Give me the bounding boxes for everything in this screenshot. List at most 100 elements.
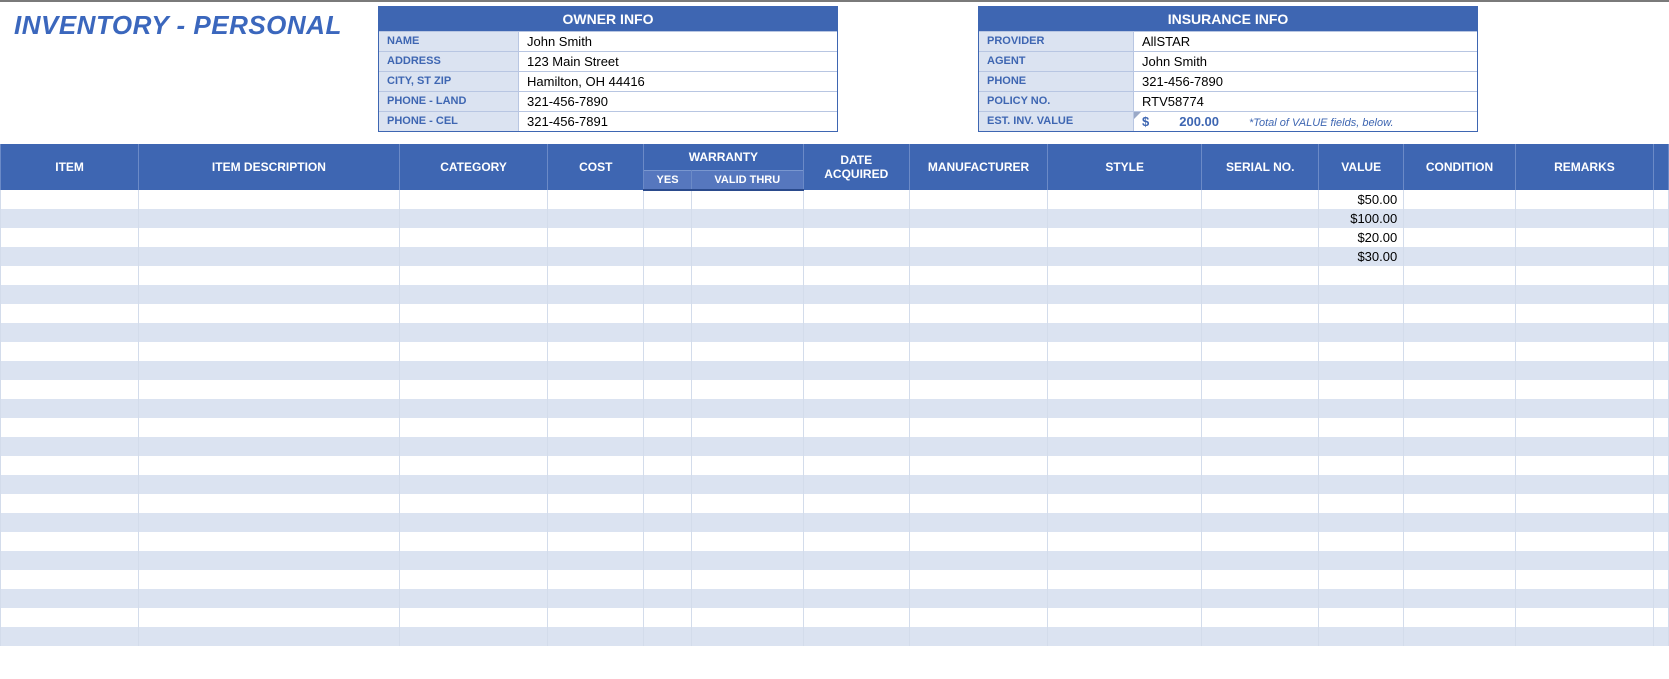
table-cell[interactable] <box>1654 285 1669 304</box>
table-cell[interactable] <box>691 418 803 437</box>
table-cell[interactable] <box>548 361 644 380</box>
table-cell[interactable] <box>1515 304 1653 323</box>
table-cell[interactable] <box>691 209 803 228</box>
table-cell[interactable] <box>548 570 644 589</box>
table-cell[interactable] <box>909 228 1047 247</box>
table-cell[interactable] <box>1048 627 1202 646</box>
table-cell[interactable] <box>803 399 909 418</box>
table-cell[interactable] <box>139 494 399 513</box>
table-cell[interactable] <box>1319 380 1404 399</box>
table-cell[interactable] <box>1048 380 1202 399</box>
table-cell[interactable] <box>644 513 692 532</box>
table-cell[interactable] <box>399 399 548 418</box>
table-cell[interactable] <box>691 551 803 570</box>
table-cell[interactable] <box>1515 285 1653 304</box>
table-cell[interactable] <box>1202 589 1319 608</box>
table-cell[interactable] <box>548 532 644 551</box>
col-warranty-yes[interactable]: YES <box>644 171 692 191</box>
table-cell[interactable] <box>1404 209 1516 228</box>
table-cell[interactable] <box>1202 228 1319 247</box>
table-row[interactable] <box>1 399 1669 418</box>
table-cell[interactable] <box>1654 342 1669 361</box>
table-cell[interactable] <box>691 342 803 361</box>
table-cell[interactable] <box>139 342 399 361</box>
table-cell[interactable] <box>548 513 644 532</box>
table-cell[interactable] <box>1404 342 1516 361</box>
table-cell[interactable] <box>139 608 399 627</box>
table-cell[interactable] <box>644 437 692 456</box>
table-cell[interactable] <box>1048 228 1202 247</box>
table-cell[interactable] <box>1048 399 1202 418</box>
table-cell[interactable] <box>1515 209 1653 228</box>
table-cell[interactable] <box>691 285 803 304</box>
table-cell[interactable] <box>1319 532 1404 551</box>
table-cell[interactable] <box>1 494 139 513</box>
table-cell[interactable] <box>1202 380 1319 399</box>
table-cell[interactable] <box>1319 551 1404 570</box>
table-cell[interactable] <box>1654 380 1669 399</box>
table-cell[interactable] <box>1319 285 1404 304</box>
table-cell[interactable] <box>1319 304 1404 323</box>
table-cell[interactable] <box>1515 532 1653 551</box>
table-cell[interactable] <box>691 266 803 285</box>
table-cell[interactable] <box>399 608 548 627</box>
table-cell[interactable]: $50.00 <box>1319 190 1404 209</box>
table-cell[interactable] <box>644 494 692 513</box>
table-row[interactable]: $20.00 <box>1 228 1669 247</box>
table-row[interactable] <box>1 380 1669 399</box>
table-cell[interactable] <box>909 418 1047 437</box>
insurance-phone-value[interactable]: 321-456-7890 <box>1134 72 1477 91</box>
table-cell[interactable] <box>1048 247 1202 266</box>
table-cell[interactable] <box>1048 437 1202 456</box>
table-cell[interactable] <box>548 399 644 418</box>
table-cell[interactable] <box>1654 589 1669 608</box>
table-cell[interactable] <box>803 532 909 551</box>
table-cell[interactable] <box>1 304 139 323</box>
table-cell[interactable] <box>1202 475 1319 494</box>
table-cell[interactable] <box>1 323 139 342</box>
table-cell[interactable] <box>691 399 803 418</box>
table-cell[interactable] <box>1404 418 1516 437</box>
table-cell[interactable] <box>1 361 139 380</box>
table-cell[interactable] <box>1319 494 1404 513</box>
table-cell[interactable] <box>548 247 644 266</box>
table-cell[interactable] <box>1 190 139 209</box>
table-cell[interactable] <box>1202 361 1319 380</box>
table-cell[interactable] <box>1 228 139 247</box>
table-cell[interactable] <box>1319 323 1404 342</box>
table-row[interactable] <box>1 418 1669 437</box>
table-cell[interactable] <box>691 627 803 646</box>
table-cell[interactable] <box>1515 627 1653 646</box>
table-cell[interactable] <box>548 342 644 361</box>
table-cell[interactable] <box>1 589 139 608</box>
table-cell[interactable] <box>399 418 548 437</box>
table-cell[interactable] <box>399 380 548 399</box>
table-row[interactable] <box>1 456 1669 475</box>
table-cell[interactable] <box>399 475 548 494</box>
table-cell[interactable] <box>1 513 139 532</box>
table-cell[interactable] <box>644 475 692 494</box>
table-cell[interactable] <box>644 266 692 285</box>
table-cell[interactable] <box>803 475 909 494</box>
col-condition[interactable]: CONDITION <box>1404 144 1516 190</box>
table-cell[interactable] <box>1404 589 1516 608</box>
table-cell[interactable] <box>909 323 1047 342</box>
table-cell[interactable] <box>1202 247 1319 266</box>
table-cell[interactable] <box>1202 627 1319 646</box>
table-cell[interactable] <box>1 532 139 551</box>
table-cell[interactable] <box>1515 323 1653 342</box>
table-cell[interactable] <box>691 589 803 608</box>
table-cell[interactable] <box>909 551 1047 570</box>
table-cell[interactable] <box>1048 266 1202 285</box>
table-cell[interactable] <box>1404 380 1516 399</box>
owner-phone-cel-value[interactable]: 321-456-7891 <box>519 112 837 131</box>
table-cell[interactable] <box>1 342 139 361</box>
table-cell[interactable] <box>399 361 548 380</box>
table-cell[interactable] <box>1 570 139 589</box>
table-cell[interactable] <box>644 323 692 342</box>
table-cell[interactable] <box>139 323 399 342</box>
table-cell[interactable]: $30.00 <box>1319 247 1404 266</box>
table-cell[interactable] <box>139 304 399 323</box>
table-cell[interactable] <box>1319 475 1404 494</box>
table-cell[interactable] <box>1202 494 1319 513</box>
